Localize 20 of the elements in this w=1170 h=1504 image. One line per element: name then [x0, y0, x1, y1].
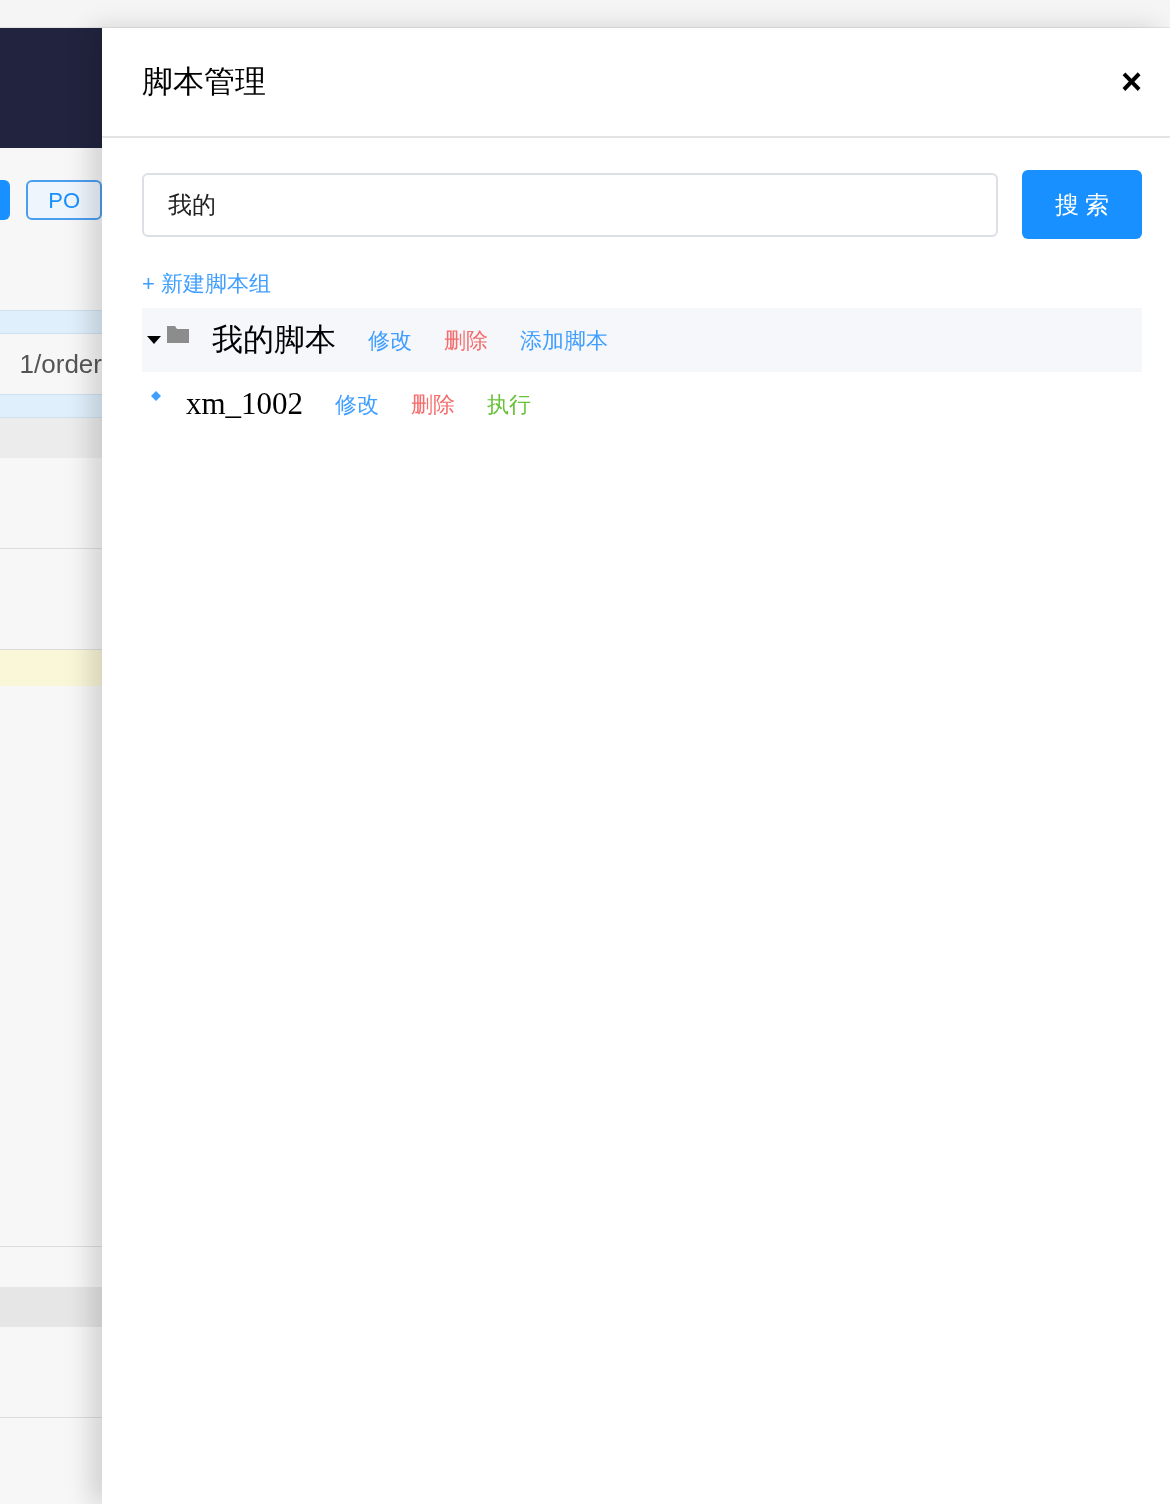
method-tag: PO [26, 180, 102, 220]
delete-link[interactable]: 删除 [411, 387, 456, 421]
tree-node[interactable]: 我的脚本 修改 删除 添加脚本 [142, 308, 1142, 372]
new-group-link[interactable]: + 新建脚本组 [142, 271, 271, 296]
drawer-title: 脚本管理 [142, 62, 266, 101]
edit-link[interactable]: 修改 [368, 323, 412, 357]
caret-icon[interactable] [146, 335, 162, 345]
group-name: 我的脚本 [212, 320, 336, 359]
edit-link[interactable]: 修改 [335, 387, 380, 421]
tree-node[interactable]: xm_1002 修改 删除 执行 [142, 372, 1142, 436]
search-field[interactable]: 我的 [142, 172, 998, 237]
search-button[interactable]: 搜 索 [1022, 170, 1142, 239]
script-name: xm_1002 [186, 384, 304, 423]
close-button[interactable]: × [1120, 64, 1142, 100]
delete-link[interactable]: 删除 [444, 323, 488, 357]
run-link[interactable]: 执行 [487, 387, 532, 421]
add-link[interactable]: 添加脚本 [520, 323, 608, 357]
script-icon [150, 390, 162, 402]
folder-icon [166, 324, 190, 344]
request-path: 1/order [18, 347, 102, 381]
